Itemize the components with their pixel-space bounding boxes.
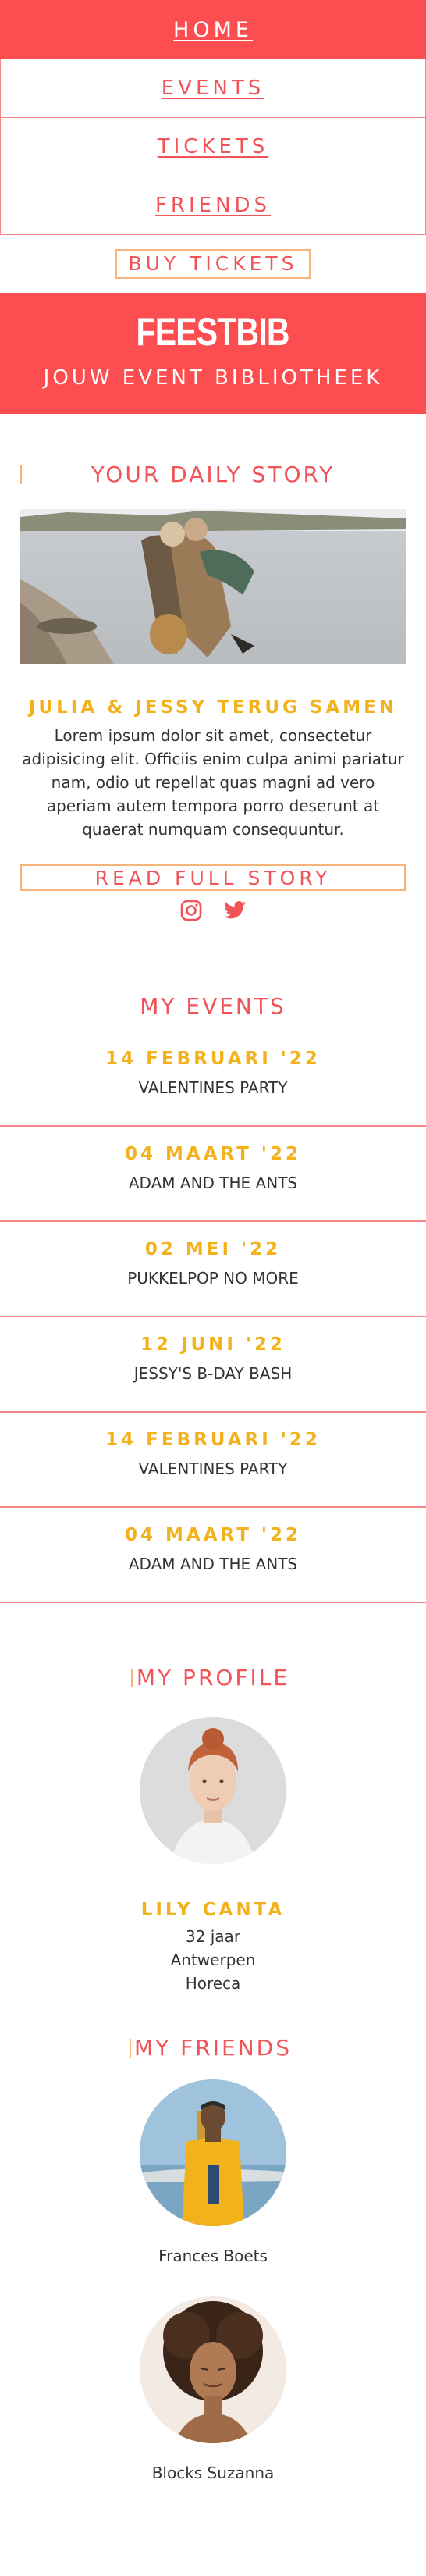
event-item[interactable]: 14 FEBRUARI '22 VALENTINES PARTY [0, 1031, 426, 1127]
story-text: Lorem ipsum dolor sit amet, consectetur … [22, 726, 404, 839]
event-name: ADAM AND THE ANTS [128, 1555, 298, 1573]
events-list: 14 FEBRUARI '22 VALENTINES PARTY 04 MAAR… [0, 1031, 426, 1603]
friend-avatar[interactable] [140, 2079, 286, 2226]
profile-name: LILY CANTA [140, 1900, 286, 1920]
friends-heading: MY FRIENDS [134, 2035, 292, 2061]
buy-tickets-button[interactable]: BUY TICKETS [115, 249, 311, 279]
event-name: ADAM AND THE ANTS [128, 1174, 298, 1192]
story-heading: YOUR DAILY STORY [91, 461, 335, 487]
nav-tickets-label[interactable]: TICKETS [158, 135, 269, 159]
events-heading: MY EVENTS [140, 993, 286, 1019]
event-item[interactable]: 04 MAART '22 ADAM AND THE ANTS [0, 1508, 426, 1603]
nav-home[interactable]: HOME [0, 0, 426, 59]
buy-tickets-wrap: BUY TICKETS [0, 235, 426, 293]
event-name: JESSY'S B-DAY BASH [133, 1364, 293, 1383]
friend-name: Blocks Suzanna [151, 2464, 275, 2482]
friend-avatar[interactable] [140, 2296, 286, 2443]
social-links [0, 899, 426, 922]
twitter-icon[interactable] [223, 899, 247, 922]
nav-home-label[interactable]: HOME [173, 18, 253, 42]
profile-sector: Horeca [185, 1974, 241, 1993]
brand-logo: FEESTBIB [136, 310, 290, 354]
events-heading-wrap: MY EVENTS [0, 992, 426, 1021]
story-image [20, 509, 406, 664]
heading-accent-bar [131, 1669, 133, 1687]
event-date: 04 MAART '22 [125, 1144, 301, 1164]
heading-accent-bar [130, 2039, 131, 2058]
event-date: 02 MEI '22 [144, 1239, 282, 1259]
event-date: 14 FEBRUARI '22 [105, 1430, 321, 1450]
event-name: VALENTINES PARTY [138, 1078, 288, 1097]
hero-banner: FEESTBIB JOUW EVENT BIBLIOTHEEK [0, 293, 426, 414]
friends-heading-wrap: MY FRIENDS [0, 2034, 426, 2062]
profile-city: Antwerpen [170, 1951, 256, 1969]
profile-avatar [140, 1717, 286, 1864]
event-item[interactable]: 12 JUNI '22 JESSY'S B-DAY BASH [0, 1317, 426, 1413]
event-item[interactable]: 04 MAART '22 ADAM AND THE ANTS [0, 1127, 426, 1222]
event-date: 04 MAART '22 [125, 1525, 301, 1545]
nav-tickets[interactable]: TICKETS [0, 117, 426, 176]
profile-age: 32 jaar [185, 1927, 241, 1946]
story-title: JULIA & JESSY TERUG SAMEN [28, 697, 398, 718]
story-heading-wrap: YOUR DAILY STORY [0, 461, 426, 489]
story-photo [20, 509, 406, 664]
event-item[interactable]: 02 MEI '22 PUKKELPOP NO MORE [0, 1222, 426, 1317]
profile-heading: MY PROFILE [136, 1665, 290, 1691]
event-date: 12 JUNI '22 [140, 1334, 286, 1355]
nav-events[interactable]: EVENTS [0, 59, 426, 118]
nav-events-label[interactable]: EVENTS [162, 77, 264, 100]
heading-accent-bar [20, 465, 22, 484]
nav-friends-label[interactable]: FRIENDS [155, 194, 271, 217]
nav-friends[interactable]: FRIENDS [0, 176, 426, 235]
profile-heading-wrap: MY PROFILE [0, 1664, 426, 1692]
event-name: VALENTINES PARTY [138, 1459, 288, 1478]
read-full-story-button[interactable]: READ FULL STORY [20, 864, 406, 891]
hero-tagline: JOUW EVENT BIBLIOTHEEK [43, 366, 383, 390]
event-item[interactable]: 14 FEBRUARI '22 VALENTINES PARTY [0, 1413, 426, 1508]
instagram-icon[interactable] [179, 899, 203, 922]
friend-name: Frances Boets [158, 2246, 268, 2265]
event-date: 14 FEBRUARI '22 [105, 1049, 321, 1069]
event-name: PUKKELPOP NO MORE [127, 1269, 299, 1288]
